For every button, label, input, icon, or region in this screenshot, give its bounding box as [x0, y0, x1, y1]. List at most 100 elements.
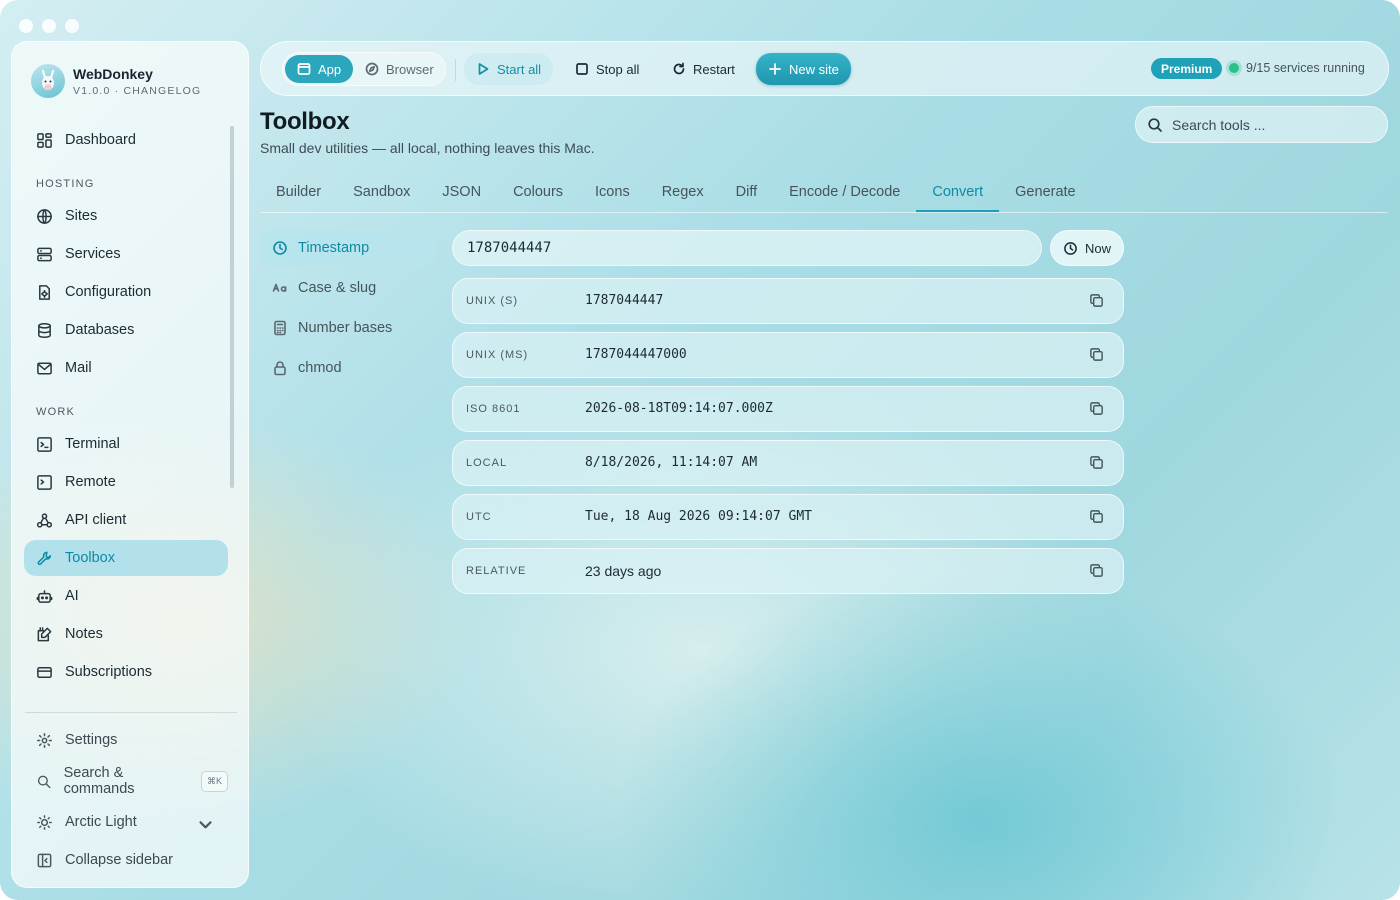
- version-changelog-link[interactable]: V1.0.0 · CHANGELOG: [73, 85, 201, 97]
- app-window: WebDonkey V1.0.0 · CHANGELOG Dashboard H…: [0, 0, 1400, 900]
- stop-all-button[interactable]: Stop all: [563, 54, 651, 84]
- sidebar-item-settings[interactable]: Settings: [24, 722, 228, 758]
- sidebar-item-ai[interactable]: AI: [24, 578, 228, 614]
- page-title: Toolbox: [260, 108, 350, 135]
- sidebar-item-toolbox[interactable]: Toolbox: [24, 540, 228, 576]
- sidebar-item-notes[interactable]: Notes: [24, 616, 228, 652]
- stop-icon: [576, 63, 588, 75]
- browser-mode-label: Browser: [386, 61, 434, 77]
- subnav-number-bases[interactable]: Number bases: [260, 310, 436, 346]
- play-icon: [478, 63, 489, 75]
- result-row-unix-ms: UNIX (MS) 1787044447000: [452, 332, 1124, 378]
- plus-icon: [769, 63, 781, 75]
- result-value: 1787044447: [585, 293, 664, 308]
- tab-sandbox[interactable]: Sandbox: [337, 176, 426, 212]
- theme-selector[interactable]: Arctic Light: [24, 804, 228, 840]
- copy-icon[interactable]: [1089, 293, 1105, 309]
- browser-mode-button[interactable]: Browser: [353, 55, 446, 83]
- window-icon: [297, 63, 311, 75]
- sidebar-item-label: Remote: [65, 474, 116, 490]
- now-button[interactable]: Now: [1050, 230, 1124, 266]
- subnav-label: Case & slug: [298, 280, 377, 296]
- result-row-local: LOCAL 8/18/2026, 11:14:07 AM: [452, 440, 1124, 486]
- copy-icon[interactable]: [1089, 347, 1105, 363]
- sidebar-item-configuration[interactable]: Configuration: [24, 274, 228, 310]
- sidebar-item-databases[interactable]: Databases: [24, 312, 228, 348]
- copy-icon[interactable]: [1089, 455, 1105, 471]
- window-controls: [19, 19, 79, 33]
- subnav-label: chmod: [298, 360, 342, 376]
- tab-diff[interactable]: Diff: [720, 176, 774, 212]
- app-mode-button[interactable]: App: [285, 55, 354, 83]
- sidebar-item-label: Collapse sidebar: [65, 852, 174, 868]
- tabs-underline: [260, 212, 1388, 213]
- tab-convert[interactable]: Convert: [916, 176, 1000, 212]
- collapse-sidebar-button[interactable]: Collapse sidebar: [24, 842, 228, 878]
- sidebar-item-api-client[interactable]: API client: [24, 502, 228, 538]
- sidebar-item-dashboard[interactable]: Dashboard: [24, 122, 228, 158]
- brand[interactable]: WebDonkey V1.0.0 · CHANGELOG: [31, 64, 201, 98]
- search-icon: [1148, 117, 1162, 132]
- tab-icons[interactable]: Icons: [579, 176, 646, 212]
- calculator-icon: [274, 320, 286, 336]
- tab-encode-decode[interactable]: Encode / Decode: [773, 176, 916, 212]
- toolbar-separator: [455, 59, 456, 81]
- services-status[interactable]: 9/15 services running: [1229, 61, 1365, 75]
- sidebar-item-search-commands[interactable]: Search & commands ⌘K: [24, 763, 228, 799]
- case-text-icon: [272, 283, 287, 292]
- tab-builder[interactable]: Builder: [260, 176, 337, 212]
- result-row-utc: UTC Tue, 18 Aug 2026 09:14:07 GMT: [452, 494, 1124, 540]
- copy-icon[interactable]: [1089, 563, 1105, 579]
- copy-icon[interactable]: [1089, 401, 1105, 417]
- sidebar-item-subscriptions[interactable]: Subscriptions: [24, 654, 228, 690]
- zoom-window-button[interactable]: [65, 19, 79, 33]
- subnav-label: Timestamp: [298, 240, 370, 256]
- start-all-button[interactable]: Start all: [464, 53, 554, 85]
- result-value: 1787044447000: [585, 347, 687, 362]
- server-icon: [37, 247, 52, 261]
- tab-colours[interactable]: Colours: [497, 176, 579, 212]
- sidebar-item-label: Terminal: [65, 436, 120, 452]
- close-window-button[interactable]: [19, 19, 33, 33]
- sidebar-item-label: Sites: [65, 208, 98, 224]
- database-icon: [38, 322, 51, 338]
- subnav-chmod[interactable]: chmod: [260, 350, 436, 386]
- result-label: UNIX (MS): [466, 349, 529, 361]
- refresh-icon: [673, 62, 685, 75]
- restart-label: Restart: [693, 61, 735, 77]
- premium-badge[interactable]: Premium: [1151, 58, 1223, 79]
- tab-json[interactable]: JSON: [426, 176, 497, 212]
- result-value: Tue, 18 Aug 2026 09:14:07 GMT: [585, 509, 812, 524]
- sidebar-item-label: Search & commands: [63, 765, 135, 797]
- sidebar-item-label: Mail: [65, 360, 92, 376]
- notes-icon: [37, 626, 52, 641]
- status-dot-icon: [1229, 63, 1239, 73]
- brand-name: WebDonkey: [73, 65, 153, 82]
- new-site-button[interactable]: New site: [756, 53, 851, 85]
- sidebar-item-remote[interactable]: Remote: [24, 464, 228, 500]
- subnav-case-slug[interactable]: Case & slug: [260, 270, 436, 306]
- credit-card-icon: [37, 666, 52, 678]
- sidebar: WebDonkey V1.0.0 · CHANGELOG Dashboard H…: [11, 41, 249, 888]
- search-tools-field[interactable]: [1135, 106, 1388, 143]
- sidebar-item-terminal[interactable]: Terminal: [24, 426, 228, 462]
- theme-label: Arctic Light: [65, 814, 137, 830]
- tab-regex[interactable]: Regex: [646, 176, 720, 212]
- result-label: RELATIVE: [466, 565, 527, 577]
- tab-generate[interactable]: Generate: [999, 176, 1091, 212]
- copy-icon[interactable]: [1089, 509, 1105, 525]
- minimize-window-button[interactable]: [42, 19, 56, 33]
- restart-button[interactable]: Restart: [660, 54, 747, 84]
- sidebar-collapse-icon: [37, 853, 52, 867]
- sidebar-item-mail[interactable]: Mail: [24, 350, 228, 386]
- result-label: LOCAL: [466, 457, 508, 469]
- sidebar-item-services[interactable]: Services: [24, 236, 228, 272]
- search-tools-input[interactable]: [1172, 116, 1372, 133]
- timestamp-input[interactable]: [452, 230, 1042, 266]
- sidebar-item-label: Dashboard: [65, 132, 136, 148]
- subnav-timestamp[interactable]: Timestamp: [260, 230, 436, 266]
- new-site-label: New site: [789, 61, 839, 77]
- sidebar-scrollbar[interactable]: [230, 126, 234, 488]
- sidebar-divider: [25, 712, 237, 713]
- sidebar-item-sites[interactable]: Sites: [24, 198, 228, 234]
